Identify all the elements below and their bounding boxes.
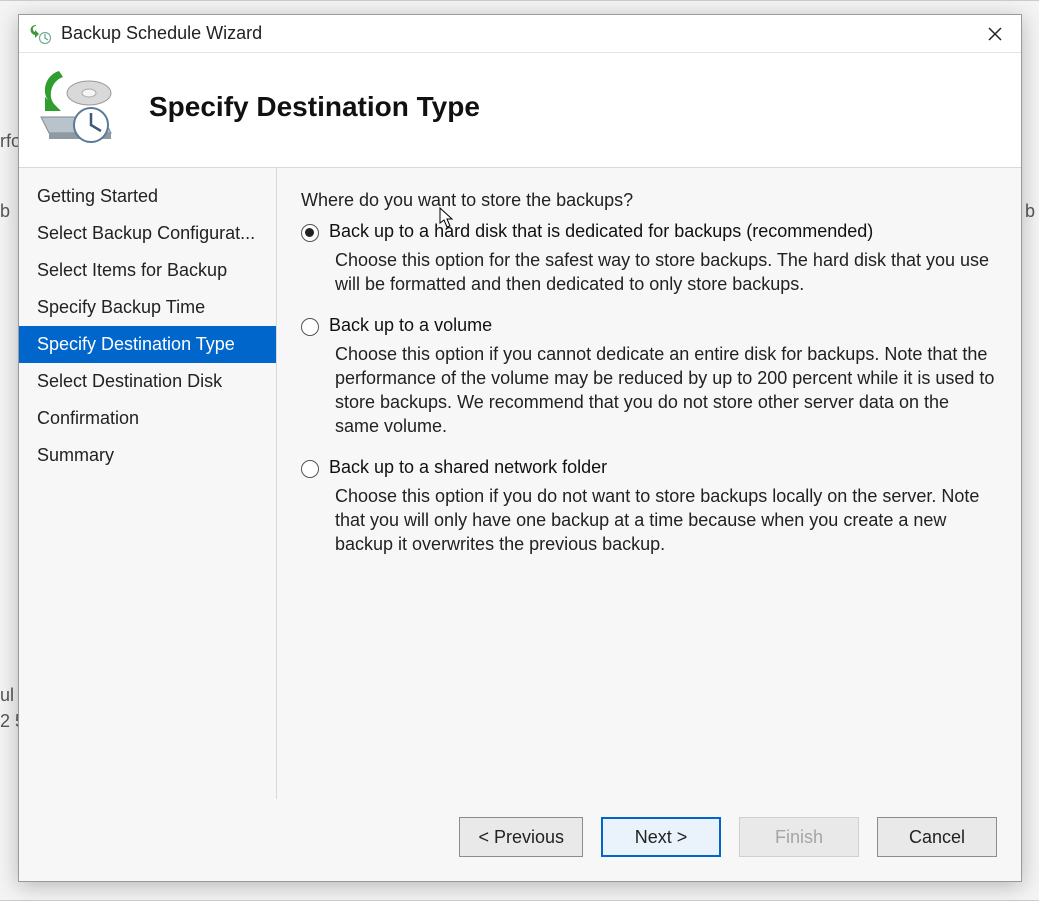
page-title: Specify Destination Type bbox=[149, 91, 480, 123]
close-icon bbox=[988, 27, 1002, 41]
bg-frag: b bbox=[0, 201, 10, 222]
bg-frag: ul bbox=[0, 685, 14, 706]
window-title: Backup Schedule Wizard bbox=[61, 23, 973, 44]
step-select-backup-config[interactable]: Select Backup Configurat... bbox=[19, 215, 276, 252]
wizard-steps-sidebar: Getting Started Select Backup Configurat… bbox=[19, 168, 277, 799]
radio-dedicated-disk[interactable] bbox=[301, 224, 319, 242]
step-summary[interactable]: Summary bbox=[19, 437, 276, 474]
option-description: Choose this option if you cannot dedicat… bbox=[335, 342, 995, 439]
option-description: Choose this option for the safest way to… bbox=[335, 248, 995, 297]
finish-button: Finish bbox=[739, 817, 859, 857]
wizard-content: Where do you want to store the backups? … bbox=[277, 168, 1021, 799]
wizard-dialog: Backup Schedule Wizard Specify De bbox=[18, 14, 1022, 882]
option-network-folder[interactable]: Back up to a shared network folder bbox=[301, 457, 1001, 478]
close-button[interactable] bbox=[973, 19, 1017, 49]
wizard-header: Specify Destination Type bbox=[19, 53, 1021, 167]
next-button[interactable]: Next > bbox=[601, 817, 721, 857]
option-label: Back up to a hard disk that is dedicated… bbox=[329, 221, 873, 242]
wizard-body: Getting Started Select Backup Configurat… bbox=[19, 167, 1021, 799]
step-specify-destination-type[interactable]: Specify Destination Type bbox=[19, 326, 276, 363]
backup-wizard-icon bbox=[29, 23, 51, 45]
step-select-items[interactable]: Select Items for Backup bbox=[19, 252, 276, 289]
radio-network-folder[interactable] bbox=[301, 460, 319, 478]
step-select-destination-disk[interactable]: Select Destination Disk bbox=[19, 363, 276, 400]
option-volume[interactable]: Back up to a volume bbox=[301, 315, 1001, 336]
option-label: Back up to a volume bbox=[329, 315, 492, 336]
radio-volume[interactable] bbox=[301, 318, 319, 336]
option-label: Back up to a shared network folder bbox=[329, 457, 607, 478]
previous-button[interactable]: < Previous bbox=[459, 817, 583, 857]
cancel-button[interactable]: Cancel bbox=[877, 817, 997, 857]
step-getting-started[interactable]: Getting Started bbox=[19, 178, 276, 215]
wizard-footer: < Previous Next > Finish Cancel bbox=[19, 799, 1021, 881]
prompt-text: Where do you want to store the backups? bbox=[301, 190, 1001, 211]
step-confirmation[interactable]: Confirmation bbox=[19, 400, 276, 437]
step-specify-backup-time[interactable]: Specify Backup Time bbox=[19, 289, 276, 326]
titlebar: Backup Schedule Wizard bbox=[19, 15, 1021, 53]
option-description: Choose this option if you do not want to… bbox=[335, 484, 995, 557]
bg-frag: b bbox=[1025, 201, 1035, 222]
backup-header-icon bbox=[31, 67, 127, 147]
option-dedicated-disk[interactable]: Back up to a hard disk that is dedicated… bbox=[301, 221, 1001, 242]
